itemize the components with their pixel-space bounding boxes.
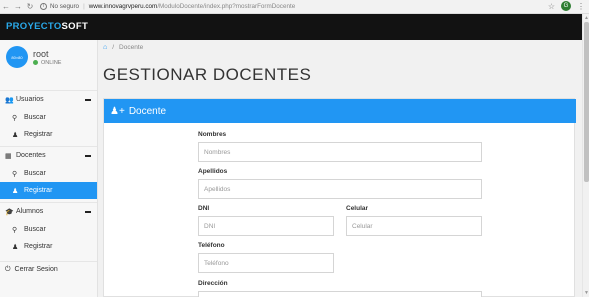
direccion-label: Dirección bbox=[198, 280, 228, 287]
address-separator: | bbox=[83, 3, 85, 10]
sidebar-item-alumnos-registrar[interactable]: ♟ Registrar bbox=[0, 238, 97, 255]
search-icon: ⚲ bbox=[12, 114, 18, 122]
power-icon: ⏻ bbox=[5, 265, 11, 273]
user-panel: 80×80 root ONLINE bbox=[6, 46, 61, 68]
sidebar-group-docentes[interactable]: ▦ Docentes bbox=[0, 146, 97, 164]
user-plus-icon: ♟+ bbox=[110, 105, 125, 117]
scroll-up-icon[interactable]: ▲ bbox=[584, 15, 589, 21]
user-plus-icon: ♟ bbox=[12, 187, 19, 195]
star-icon[interactable]: ☆ bbox=[548, 2, 555, 11]
app-topbar: PROYECTOSOFT bbox=[0, 14, 582, 40]
collapse-icon[interactable] bbox=[85, 211, 91, 213]
breadcrumb: ⌂ / Docente bbox=[103, 44, 143, 51]
sidebar-item-alumnos-buscar[interactable]: ⚲ Buscar bbox=[0, 221, 97, 238]
docente-form-panel: ♟+ Docente Nombres Apellidos DNI Celular… bbox=[103, 98, 576, 297]
sidebar-group-alumnos[interactable]: 🎓 Alumnos bbox=[0, 202, 97, 220]
sidebar-item-docentes-buscar[interactable]: ⚲ Buscar bbox=[0, 165, 97, 182]
home-icon[interactable]: ⌂ bbox=[103, 44, 107, 51]
graduation-cap-icon: 🎓 bbox=[5, 208, 14, 216]
user-name: root bbox=[33, 48, 49, 59]
sidebar-item-usuarios-buscar[interactable]: ⚲ Buscar bbox=[0, 109, 97, 126]
online-dot-icon bbox=[33, 60, 38, 65]
browser-toolbar: ← → ↻ i No seguro | www.innovagrvperu.co… bbox=[0, 0, 589, 14]
info-icon[interactable]: i bbox=[40, 3, 47, 10]
avatar: 80×80 bbox=[6, 46, 28, 68]
url-host: www.innovagrvperu.com bbox=[88, 3, 158, 10]
breadcrumb-current: Docente bbox=[119, 44, 144, 51]
sidebar-group-usuarios[interactable]: 👥 Usuarios bbox=[0, 90, 97, 108]
users-icon: 👥 bbox=[5, 96, 14, 104]
apellidos-label: Apellidos bbox=[198, 168, 228, 175]
celular-label: Celular bbox=[346, 205, 369, 212]
collapse-icon[interactable] bbox=[85, 155, 91, 157]
user-plus-icon: ♟ bbox=[12, 243, 19, 251]
panel-header: ♟+ Docente bbox=[104, 99, 576, 123]
telefono-label: Teléfono bbox=[198, 242, 225, 249]
back-icon[interactable]: ← bbox=[0, 1, 12, 13]
url-path: /ModuloDocente/index.php?mostrarFormDoce… bbox=[157, 3, 296, 10]
logout-button[interactable]: ⏻ Cerrar Sesion bbox=[0, 261, 97, 277]
nombres-label: Nombres bbox=[198, 131, 227, 138]
page-scrollbar[interactable]: ▲ ▼ bbox=[582, 14, 589, 297]
search-icon: ⚲ bbox=[12, 226, 18, 234]
sidebar-item-usuarios-registrar[interactable]: ♟ Registrar bbox=[0, 126, 97, 143]
user-status: ONLINE bbox=[33, 60, 61, 66]
search-icon: ⚲ bbox=[12, 170, 18, 178]
nombres-input[interactable] bbox=[198, 142, 482, 162]
direccion-input[interactable] bbox=[198, 291, 482, 297]
reload-icon[interactable]: ↻ bbox=[24, 1, 36, 13]
apellidos-input[interactable] bbox=[198, 179, 482, 199]
scroll-thumb[interactable] bbox=[584, 22, 589, 182]
telefono-input[interactable] bbox=[198, 253, 334, 273]
forward-icon[interactable]: → bbox=[12, 1, 24, 13]
dni-input[interactable] bbox=[198, 216, 334, 236]
main-content: ⌂ / Docente GESTIONAR DOCENTES ♟+ Docent… bbox=[98, 40, 582, 297]
breadcrumb-separator: / bbox=[112, 44, 115, 51]
menu-kebab-icon[interactable]: ⋮ bbox=[577, 2, 585, 11]
scroll-down-icon[interactable]: ▼ bbox=[584, 290, 589, 296]
id-card-icon: ▦ bbox=[5, 152, 12, 160]
profile-avatar[interactable]: G bbox=[561, 1, 571, 11]
address-bar[interactable]: i No seguro | www.innovagrvperu.com /Mod… bbox=[40, 1, 295, 12]
security-label: No seguro bbox=[50, 3, 80, 10]
user-plus-icon: ♟ bbox=[12, 131, 19, 139]
celular-input[interactable] bbox=[346, 216, 482, 236]
dni-label: DNI bbox=[198, 205, 210, 212]
brand-logo[interactable]: PROYECTOSOFT bbox=[6, 21, 88, 32]
collapse-icon[interactable] bbox=[85, 99, 91, 101]
page-title: GESTIONAR DOCENTES bbox=[103, 65, 312, 84]
sidebar-item-docentes-registrar[interactable]: ♟ Registrar bbox=[0, 182, 97, 199]
sidebar: 80×80 root ONLINE 👥 Usuarios ⚲ Buscar ♟ … bbox=[0, 40, 98, 297]
